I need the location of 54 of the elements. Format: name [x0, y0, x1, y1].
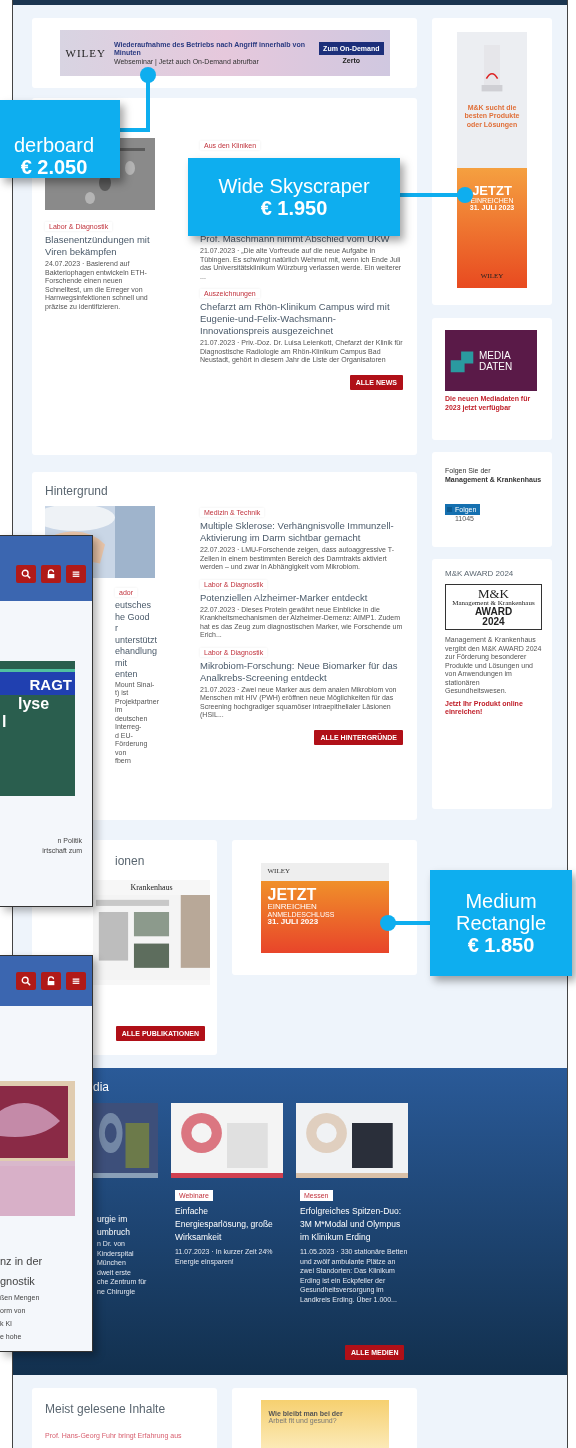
widget-heading: M&K AWARD 2024 — [445, 569, 515, 578]
logo-text: 2024 — [482, 617, 505, 627]
login-button[interactable] — [41, 972, 61, 990]
ad-cta-sub: EINREICHEN — [267, 902, 318, 911]
price-label: derboard € 2.050 — [0, 100, 120, 178]
media-title[interactable]: Einfache Energiesparlösung, große Wirksamkeit — [171, 1205, 283, 1244]
article-text: gnostik — [0, 1274, 35, 1289]
search-button[interactable] — [16, 564, 36, 583]
article-title[interactable]: Multiple Sklerose: Verhängnisvolle Immunzell-Aktivierung im Darm sichtbar gemacht — [200, 520, 403, 544]
article-title[interactable]: he Good — [115, 611, 155, 623]
article-title[interactable]: eutsches — [115, 600, 155, 612]
menu-button[interactable] — [66, 564, 86, 583]
menu-icon — [71, 976, 81, 986]
ad-text: lyse — [17, 695, 50, 713]
ad-text: l — [1, 713, 7, 731]
article-title[interactable]: Chefarzt am Rhön-Klinikum Campus wird mit Eugenie-und-Felix-Wachsmann-Innovationspreis ausgezeichnet — [200, 301, 403, 337]
banner-text: DATEN — [479, 360, 513, 372]
article-text: nz in der — [0, 1254, 43, 1269]
price-label: Medium Rectangle € 1.850 — [430, 870, 572, 976]
ad-text: RAGT — [0, 669, 75, 695]
search-button[interactable] — [16, 972, 36, 990]
logo-text: AWARD — [474, 607, 513, 617]
logo-text: M&K — [477, 587, 509, 600]
lock-icon — [46, 976, 56, 986]
ad-cta: JETZT — [267, 886, 318, 903]
mediadaten-banner[interactable]: MEDIA DATEN — [445, 330, 537, 391]
article-title[interactable]: Mikrobiom-Forschung: Neue Biomarker für das Analkrebs-Screening entdeckt — [200, 659, 403, 684]
section-heading: Meist gelesene Inhalte — [45, 1402, 167, 1416]
article-title[interactable]: Potenziellen Alzheimer-Marker entdeckt — [200, 591, 403, 604]
magazine-cover[interactable]: Krankenhaus — [93, 880, 210, 985]
magazine-title: Krankenhaus — [129, 882, 174, 894]
ad-deadline: 31. JULI 2023 — [267, 917, 319, 926]
price-label: Wide Skyscraper € 1.950 — [188, 158, 400, 236]
section-heading: dia — [92, 1080, 110, 1094]
leader-line — [380, 915, 430, 931]
ad-cta: JETZT — [472, 184, 512, 197]
article-title[interactable]: Prof. Maschmann nimmt Abschied vom UKW — [200, 233, 403, 245]
menu-button[interactable] — [66, 972, 86, 990]
media-title[interactable]: Erfolgreiches Spitzen-Duo: 3M M*Modal und Olympus im Klinikum Erding — [296, 1205, 408, 1244]
article-title[interactable]: enten — [115, 669, 155, 681]
article-title[interactable]: Blasenentzündungen mit Viren bekämpfen — [45, 234, 155, 258]
media-title[interactable]: umbruch — [93, 1226, 158, 1239]
section-heading: ionen — [114, 854, 146, 868]
banner-text: MEDIA — [479, 349, 512, 361]
lock-icon — [46, 568, 56, 579]
ad-brand: WILEY — [65, 47, 106, 59]
ad-banner[interactable]: RAGT lyse l — [0, 661, 75, 796]
media-title[interactable]: urgie im — [93, 1213, 158, 1226]
trophy-icon — [480, 44, 504, 94]
search-icon — [21, 568, 31, 579]
search-icon — [21, 976, 31, 986]
login-button[interactable] — [41, 564, 61, 583]
leader-line — [120, 67, 156, 132]
section-heading: Hintergrund — [45, 484, 109, 498]
